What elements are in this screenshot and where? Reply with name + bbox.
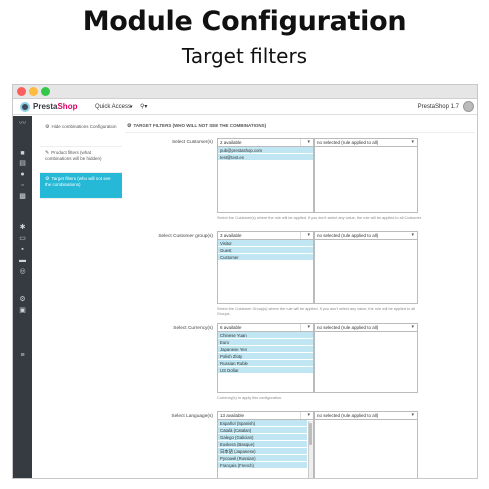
payment-icon[interactable]: ▬ (17, 257, 28, 265)
cog-icon: ⚙ (45, 124, 50, 130)
list-item[interactable]: Japanese Yen (218, 346, 313, 353)
customers-help-text: Select the Customer(s) where the rule wi… (217, 216, 422, 220)
languages-selected-list[interactable]: no selected (rule applied to all) ▾ (314, 411, 418, 478)
list-item[interactable]: Visitor (218, 240, 313, 247)
modules-icon[interactable]: ✱ (17, 224, 28, 232)
chevron-down-icon: ▾ (307, 412, 310, 418)
chevron-down-icon: ▾ (411, 232, 414, 238)
list-item[interactable]: Guest (218, 247, 313, 254)
hero-subtitle: Target filters (181, 44, 308, 68)
customers-available-list[interactable]: 2 available ▾ pub@prestashop.com test@tes… (217, 138, 314, 213)
minimize-window-button[interactable] (29, 87, 38, 96)
list-item[interactable]: Customer (218, 254, 313, 261)
close-window-button[interactable] (17, 87, 26, 96)
currencies-help-text: Currency(s) to apply this configuration. (217, 396, 282, 400)
groups-help-text: Select the Customer Group(s) where the r… (217, 307, 416, 316)
currencies-available-list[interactable]: 6 available ▾ Chinese Yuan Euro Japanese … (217, 323, 314, 393)
international-icon[interactable]: ◎ (17, 268, 28, 276)
quick-access-menu[interactable]: Quick Access (95, 104, 131, 110)
prestashop-logo[interactable]: PrestaShop (33, 102, 77, 111)
subnav-item-configuration[interactable]: ⚙ Hide combinations Configuration (40, 121, 122, 147)
languages-available-list[interactable]: 13 available ▾ Español (Spanish) Català (… (217, 411, 314, 478)
settings-icon[interactable]: ⚙ (17, 296, 28, 304)
customers-selected-list[interactable]: no selected (rule applied to all) ▾ (314, 138, 418, 213)
groups-label: Select Customer group(s) (158, 234, 213, 239)
list-item[interactable]: Russian Ruble (218, 360, 313, 367)
shop-version-label: PrestaShop 1.7 (417, 104, 459, 110)
chevron-down-icon: ▾ (307, 139, 310, 145)
list-item[interactable]: Galego (Galician) (218, 434, 307, 441)
avatar[interactable] (463, 101, 474, 112)
chevron-down-icon: ▾ (130, 104, 133, 110)
design-icon[interactable]: ▭ (17, 235, 28, 243)
list-item[interactable]: 日本語 (Japanese) (218, 448, 307, 455)
languages-selected-search[interactable]: no selected (rule applied to all) ▾ (315, 412, 417, 420)
list-item[interactable]: Euskera (Basque) (218, 441, 307, 448)
main-content: ⚙ TARGET FILTERS (WHO WILL NOT SEE THE CO… (125, 121, 475, 478)
panel-title: ⚙ TARGET FILTERS (WHO WILL NOT SEE THE CO… (125, 121, 475, 133)
chevron-down-icon: ▾ (307, 324, 310, 330)
languages-label: Select Language(s) (171, 414, 213, 419)
currencies-selected-list[interactable]: no selected (rule applied to all) ▾ (314, 323, 418, 393)
admin-topbar: PrestaShop Quick Access ▾ ⚲▾ PrestaShop … (13, 99, 477, 115)
browser-window: PrestaShop Quick Access ▾ ⚲▾ PrestaShop … (12, 84, 478, 479)
currencies-label: Select Currency(s) (173, 326, 213, 331)
catalog-icon[interactable]: ▤ (17, 160, 28, 168)
admin-sidebar: 〰 ■ ▤ ● ▫ ▩ ✱ ▭ ▪ ▬ ◎ ⚙ ▣ ≡ (13, 116, 32, 478)
groups-selected-list[interactable]: no selected (rule applied to all) ▾ (314, 231, 418, 304)
customers-label: Select Customer(s) (171, 140, 213, 145)
list-item[interactable]: Català (Catalan) (218, 427, 307, 434)
stats-icon[interactable]: ▩ (17, 193, 28, 201)
list-item[interactable]: US Dollar (218, 367, 313, 374)
advanced-icon[interactable]: ▣ (17, 307, 28, 315)
customers-icon[interactable]: ● (17, 171, 28, 179)
customers-available-search[interactable]: 2 available ▾ (218, 139, 313, 147)
groups-selected-search[interactable]: no selected (rule applied to all) ▾ (315, 232, 417, 240)
chevron-down-icon: ▾ (411, 139, 414, 145)
cog-icon: ⚙ (127, 123, 132, 129)
page: Module Configuration Target filters Pres… (0, 0, 489, 489)
list-item[interactable]: Euro (218, 339, 313, 346)
menu-icon[interactable]: ≡ (17, 352, 28, 360)
languages-available-search[interactable]: 13 available ▾ (218, 412, 313, 420)
maximize-window-button[interactable] (41, 87, 50, 96)
subnav-item-product-filters[interactable]: ✎ Product filters (what combinations will… (40, 147, 122, 173)
chevron-down-icon: ▾ (411, 324, 414, 330)
module-subnav: ⚙ Hide combinations Configuration ✎ Produc… (40, 121, 122, 199)
list-item[interactable]: Español (Spanish) (218, 420, 307, 427)
cart-icon[interactable]: ■ (17, 150, 28, 158)
chevron-down-icon: ▾ (307, 232, 310, 238)
trend-icon[interactable]: 〰 (17, 120, 28, 128)
currencies-selected-search[interactable]: no selected (rule applied to all) ▾ (315, 324, 417, 332)
shipping-icon[interactable]: ▪ (17, 246, 28, 254)
groups-available-list[interactable]: 3 available ▾ Visitor Guest Customer (217, 231, 314, 304)
hero-title: Module Configuration (82, 6, 407, 37)
list-item[interactable]: Русский (Russian) (218, 455, 307, 462)
customers-selected-search[interactable]: no selected (rule applied to all) ▾ (315, 139, 417, 147)
chevron-down-icon: ▾ (411, 412, 414, 418)
currencies-available-search[interactable]: 6 available ▾ (218, 324, 313, 332)
list-item[interactable]: Polish Zloty (218, 353, 313, 360)
languages-scrollbar-thumb[interactable] (309, 423, 312, 445)
list-item[interactable]: test@test.es (218, 154, 313, 161)
search-icon[interactable]: ⚲▾ (140, 103, 147, 110)
list-item[interactable]: Chinese Yuan (218, 332, 313, 339)
subnav-item-target-filters[interactable]: ⚙ Target filters (who will not see the co… (40, 173, 122, 199)
chat-icon[interactable]: ▫ (17, 182, 28, 190)
groups-available-search[interactable]: 3 available ▾ (218, 232, 313, 240)
prestashop-logo-icon[interactable] (20, 102, 30, 112)
list-item[interactable]: pub@prestashop.com (218, 147, 313, 154)
window-titlebar (13, 85, 477, 99)
list-item[interactable]: Français (French) (218, 462, 307, 469)
